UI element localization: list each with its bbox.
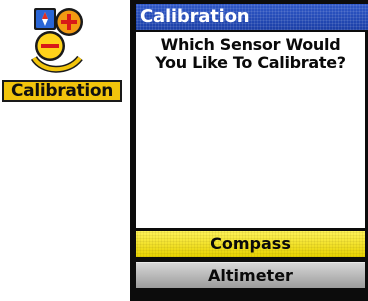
dialog-content: Which Sensor Would You Like To Calibrate…: [136, 32, 365, 228]
garmin-calibration-screen: Calibration Calibration Which Sensor Wou…: [0, 0, 368, 301]
device-screen: Calibration Which Sensor Would You Like …: [130, 0, 368, 301]
dialog-title: Calibration: [136, 4, 368, 30]
question-line-1: Which Sensor Would: [160, 35, 341, 54]
app-label: Calibration: [2, 80, 122, 102]
dialog-question: Which Sensor Would You Like To Calibrate…: [136, 36, 365, 72]
calibration-icon: [30, 8, 83, 73]
calibration-app-tile[interactable]: Calibration: [0, 0, 126, 118]
compass-option-button[interactable]: Compass: [136, 231, 365, 257]
question-line-2: You Like To Calibrate?: [155, 53, 346, 72]
altimeter-option-button[interactable]: Altimeter: [136, 262, 365, 288]
